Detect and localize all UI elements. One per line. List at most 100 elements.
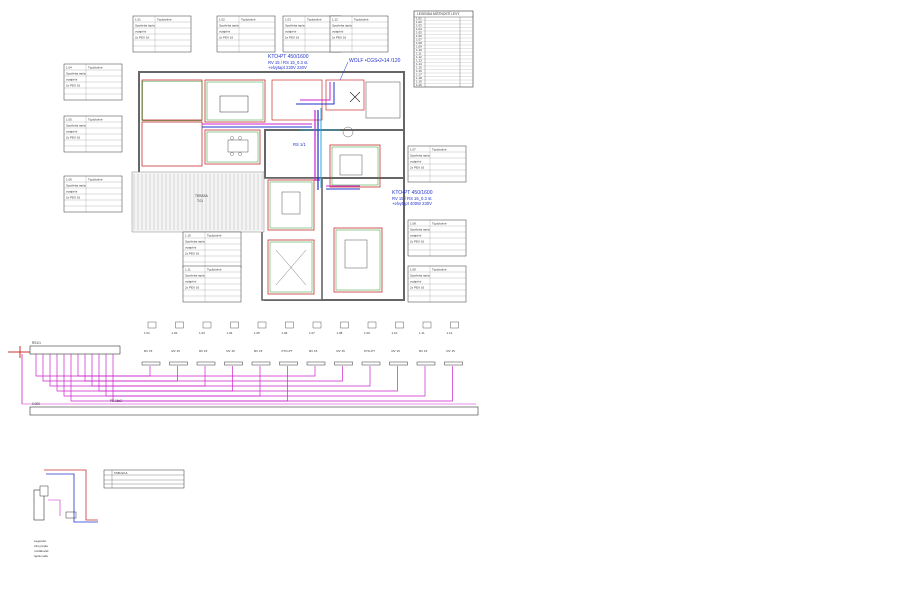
detail-note: rozdělovač <box>34 549 49 553</box>
room-tag-title: Typ/plošné <box>432 222 447 226</box>
room-tag-l3: 2x PEX 16 <box>219 36 234 40</box>
room-tag-l3: 2x PEX 16 <box>66 84 81 88</box>
circuit-name: 1.12 <box>447 331 453 335</box>
circuit-spec: RV 15 <box>144 349 153 353</box>
schema-circuit: 1.11 RV 15 <box>105 321 436 397</box>
room-tag-title: Typ/plošné <box>207 234 222 238</box>
circuit-name: 1.01 <box>144 331 150 335</box>
circuit-name: 1.08 <box>337 331 343 335</box>
trunk-label: PE 16x2 <box>110 399 122 403</box>
room-tag-code: 1.09 <box>410 268 416 272</box>
room-tag-l1: Spotřeba tepla <box>66 184 86 188</box>
room-tag-l1: Spotřeba tepla <box>185 274 205 278</box>
room-tag-l2: vytápění <box>410 234 422 238</box>
circuit-name: 1.02 <box>172 331 178 335</box>
room-tag-l3: 2x PEX 16 <box>410 286 425 290</box>
room-tag-l1: Spotřeba tepla <box>135 24 155 28</box>
circuit-spec: RV 15 <box>199 349 208 353</box>
room-tag: 1.05 Typ/plošnéSpotřeba tepla vytápění 2x P… <box>63 115 123 153</box>
room-tag-title: Typ/plošné <box>88 178 103 182</box>
room-tag-l2: vytápění <box>410 160 422 164</box>
room-tag-title: Typ/plošné <box>354 18 369 22</box>
room-tag-l3: 2x PEX 16 <box>332 36 347 40</box>
circuit-spec: KTO-PT <box>364 349 375 353</box>
room-tag-l2: vytápění <box>410 280 422 284</box>
room-tag-l1: Spotřeba tepla <box>219 24 239 28</box>
room-tag: 1.02 Typ/plošnéSpotřeba tepla vytápění 2x P… <box>216 15 276 53</box>
korpus-top-sub2: +elvytapt 230V 230V <box>268 65 307 70</box>
room-tag-title: Typ/plošné <box>241 18 256 22</box>
room-tag-code: 1.01 <box>135 18 141 22</box>
room-tag-l3: 2x PEX 16 <box>410 240 425 244</box>
circuit-name: 1.05 <box>254 331 260 335</box>
room-tag: 1.06 Typ/plošnéSpotřeba tepla vytápění 2x P… <box>63 175 123 213</box>
room-tag-title: Typ/plošné <box>432 148 447 152</box>
schema-circuit: 1.05 RV 15 <box>63 321 271 397</box>
room-tag-l3: 2x PEX 16 <box>185 252 200 256</box>
terrace-code: T.01 <box>197 199 203 203</box>
circuit-spec: RV 15 <box>419 349 428 353</box>
detail-table-title: TABULKA <box>114 471 127 475</box>
room-tag-l1: Spotřeba tepla <box>185 240 205 244</box>
room-tag-l2: vytápění <box>66 190 78 194</box>
korpus-right-sub2: +elvytapt 400W 230V <box>392 201 432 206</box>
room-tag-l3: 2x PEX 16 <box>410 166 425 170</box>
circuit-spec: RV 15 <box>172 349 181 353</box>
schema-circuit: 1.06 KTO-PT <box>70 321 298 402</box>
manifold-label: RS1/1 <box>32 341 41 345</box>
room-tag-l3: 2x PEX 16 <box>66 136 81 140</box>
room-tag-code: 1.07 <box>410 148 416 152</box>
circuit-name: 1.10 <box>392 331 398 335</box>
room-tag-l1: Spotřeba tepla <box>285 24 305 28</box>
manifold-box <box>29 345 121 355</box>
room-tag-l3: 2x PEX 16 <box>66 196 81 200</box>
room-tag: 1.08 Typ/plošnéSpotřeba tepla vytápění 2x P… <box>407 219 467 257</box>
room-tag: 1.07 Typ/plošnéSpotřeba tepla vytápění 2x P… <box>407 145 467 183</box>
room-tag-l2: vytápění <box>66 78 78 82</box>
room-tag-l2: vytápění <box>185 246 197 250</box>
circuit-spec: RV 15 <box>447 349 456 353</box>
detail-note: teplá voda <box>34 554 48 558</box>
room-tag-code: 1.10 <box>185 234 191 238</box>
circuit-name: 1.11 <box>419 331 425 335</box>
room-tag-l1: Spotřeba tepla <box>332 24 352 28</box>
room-tag-title: Typ/plošné <box>207 268 222 272</box>
room-tag-code: 1.03 <box>285 18 291 22</box>
detail-note: zdroj tepla <box>34 544 48 548</box>
room-tag-l2: vytápění <box>285 30 297 34</box>
room-tag-l1: Spotřeba tepla <box>66 124 86 128</box>
room-tag-title: Typ/plošné <box>88 118 103 122</box>
room-tag-code: 1.06 <box>66 178 72 182</box>
room-tag-l1: Spotřeba tepla <box>410 274 430 278</box>
room-tag-l3: 2x PEX 16 <box>185 286 200 290</box>
circuit-spec: RV 15 <box>227 349 236 353</box>
floor-plan: TERASA T.01 KTO•PT 450/1600 RV 15 / RS 1… <box>131 54 433 301</box>
heating-schema: RS1/1 1.01 RV 15 1.02 RV 15 1.03 RV 15 1.04 RV … <box>8 321 479 416</box>
manifold-note: RS 1/1 <box>293 142 306 147</box>
terrace-hatch: TERASA T.01 <box>131 171 265 233</box>
room-tag-title: Typ/plošné <box>432 268 447 272</box>
room-tag-l2: vytápění <box>219 30 231 34</box>
schema-bottom-label: 0.000 <box>32 402 40 406</box>
room-tag-l2: vytápění <box>332 30 344 34</box>
room-tag-code: 1.02 <box>219 18 225 22</box>
circuit-name: 1.09 <box>364 331 370 335</box>
circuit-spec: RV 15 <box>337 349 346 353</box>
circuit-spec: KTO-PT <box>282 349 293 353</box>
legend-title: LEGENDA MÍSTNOSTÍ LEVÝ <box>417 12 460 16</box>
circuit-spec: RV 15 <box>392 349 401 353</box>
circuit-name: 1.06 <box>282 331 288 335</box>
room-tag: 1.10 Typ/plošnéSpotřeba teplavytápění2x P… <box>182 231 242 269</box>
wolf-note: WOLF •CGS•2•14 /120 <box>349 58 401 64</box>
room-tag-title: Typ/plošné <box>307 18 322 22</box>
circuit-name: 1.03 <box>199 331 205 335</box>
technical-drawing: LEGENDA MÍSTNOSTÍ LEVÝ 1.01 1.02 1.03 1.04 1… <box>8 10 479 558</box>
room-tag: 1.09 Typ/plošnéSpotřeba tepla vytápění 2x P… <box>407 265 467 303</box>
room-tag-l1: Spotřeba tepla <box>410 154 430 158</box>
room-tag-l2: vytápění <box>135 30 147 34</box>
room-tag-code: 1.04 <box>66 66 72 70</box>
source-detail: TABULKA Legenda:zdroj teplarozdělovačtep… <box>33 469 185 558</box>
room-tag-code: 1.11 <box>185 268 191 272</box>
legend-row-code: 1.20 <box>416 83 422 87</box>
detail-note: Legenda: <box>34 539 47 543</box>
